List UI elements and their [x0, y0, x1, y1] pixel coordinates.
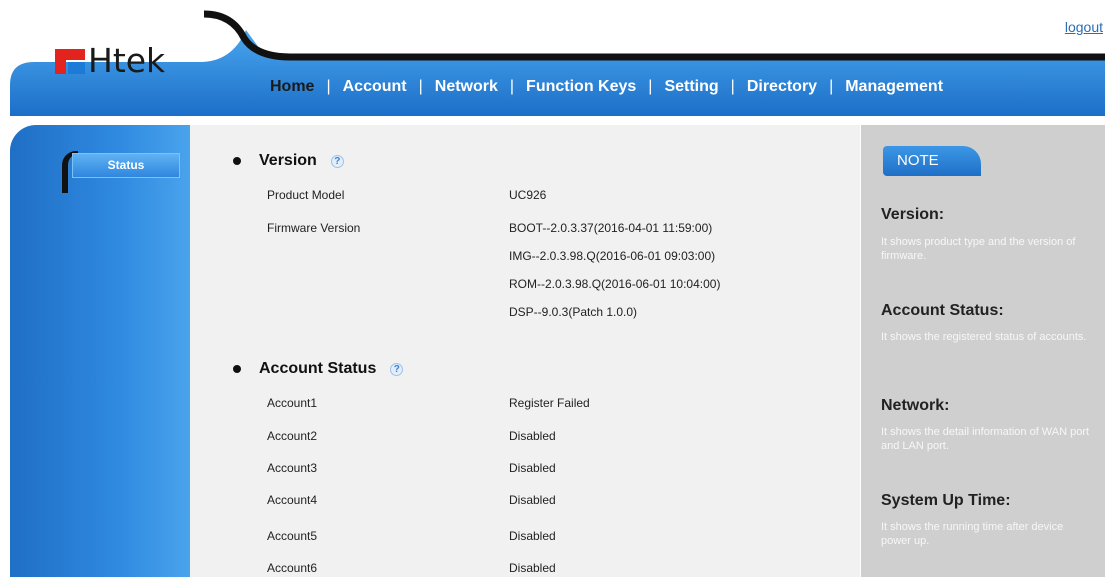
note-heading: Account Status:: [881, 302, 1004, 319]
nav-separator: |: [730, 78, 735, 95]
nav-separator: |: [326, 78, 331, 95]
row-value: Disabled: [509, 561, 556, 575]
nav-setting[interactable]: Setting: [664, 78, 718, 96]
logo-mark: [55, 48, 85, 74]
help-icon[interactable]: ?: [330, 154, 344, 168]
nav-network[interactable]: Network: [435, 78, 498, 96]
section-title: Account Status: [259, 360, 377, 377]
nav-separator: |: [418, 78, 423, 95]
header: logout Htek Home | Account | Network | F…: [0, 0, 1105, 118]
nav-account[interactable]: Account: [343, 78, 407, 96]
logout-link[interactable]: logout: [1065, 19, 1103, 35]
nav-management[interactable]: Management: [845, 78, 943, 96]
main-nav: Home | Account | Network | Function Keys…: [270, 72, 943, 102]
app-window: logout Htek Home | Account | Network | F…: [0, 0, 1105, 577]
bullet: [233, 157, 241, 165]
logo: Htek: [55, 41, 166, 80]
row-value: Register Failed: [509, 396, 590, 410]
note-heading: Version:: [881, 206, 945, 223]
nav-directory[interactable]: Directory: [747, 78, 817, 96]
note-text: It shows product type and the version of…: [881, 236, 1076, 262]
help-icon[interactable]: ?: [390, 362, 404, 376]
logo-text: Htek: [88, 41, 166, 80]
sidebar-item-label: Status: [72, 153, 180, 178]
note-text: It shows the registered status of accoun…: [881, 331, 1087, 343]
nav-home[interactable]: Home: [270, 78, 314, 96]
nav-separator: |: [829, 78, 834, 95]
note-panel: NOTE Version: It shows product type and …: [861, 125, 1105, 577]
row-value: Disabled: [509, 461, 556, 475]
note-tab: NOTE: [883, 146, 981, 176]
row-value: Disabled: [509, 429, 556, 443]
note-text: It shows the running time after device p…: [881, 521, 1064, 547]
sidebar: Status: [10, 125, 190, 577]
nav-separator: |: [648, 78, 653, 95]
row-label: Account6: [267, 561, 318, 575]
nav-separator: |: [509, 78, 515, 95]
content-panel: Version ? Product Model UC926 Firmware V…: [190, 125, 860, 577]
row-value: ROM--2.0.3.98.Q(2016-06-01 10:04:00): [509, 277, 721, 291]
sidebar-item-status[interactable]: Status: [62, 151, 180, 193]
row-value: Disabled: [509, 493, 556, 507]
row-value: IMG--2.0.3.98.Q(2016-06-01 09:03:00): [509, 249, 716, 263]
row-value: BOOT--2.0.3.37(2016-04-01 11:59:00): [509, 221, 713, 235]
row-label: Account5: [267, 529, 318, 543]
row-label: Account1: [267, 396, 318, 410]
row-label: Account3: [267, 461, 318, 475]
section-version-title: Version ?: [233, 152, 344, 170]
row-value: Disabled: [509, 529, 556, 543]
section-title: Version: [259, 152, 317, 169]
row-value: UC926: [509, 188, 547, 202]
row-value: DSP--9.0.3(Patch 1.0.0): [509, 305, 638, 319]
section-account-status-title: Account Status ?: [233, 360, 404, 378]
row-label: Product Model: [267, 188, 345, 202]
note-heading: System Up Time:: [881, 492, 1011, 509]
note-text: It shows the detail information of WAN p…: [881, 426, 1090, 452]
bullet: [233, 365, 241, 373]
row-label: Firmware Version: [267, 221, 361, 235]
note-heading: Network:: [881, 397, 950, 414]
row-label: Account2: [267, 429, 318, 443]
nav-function-keys[interactable]: Function Keys: [526, 78, 636, 96]
row-label: Account4: [267, 493, 318, 507]
